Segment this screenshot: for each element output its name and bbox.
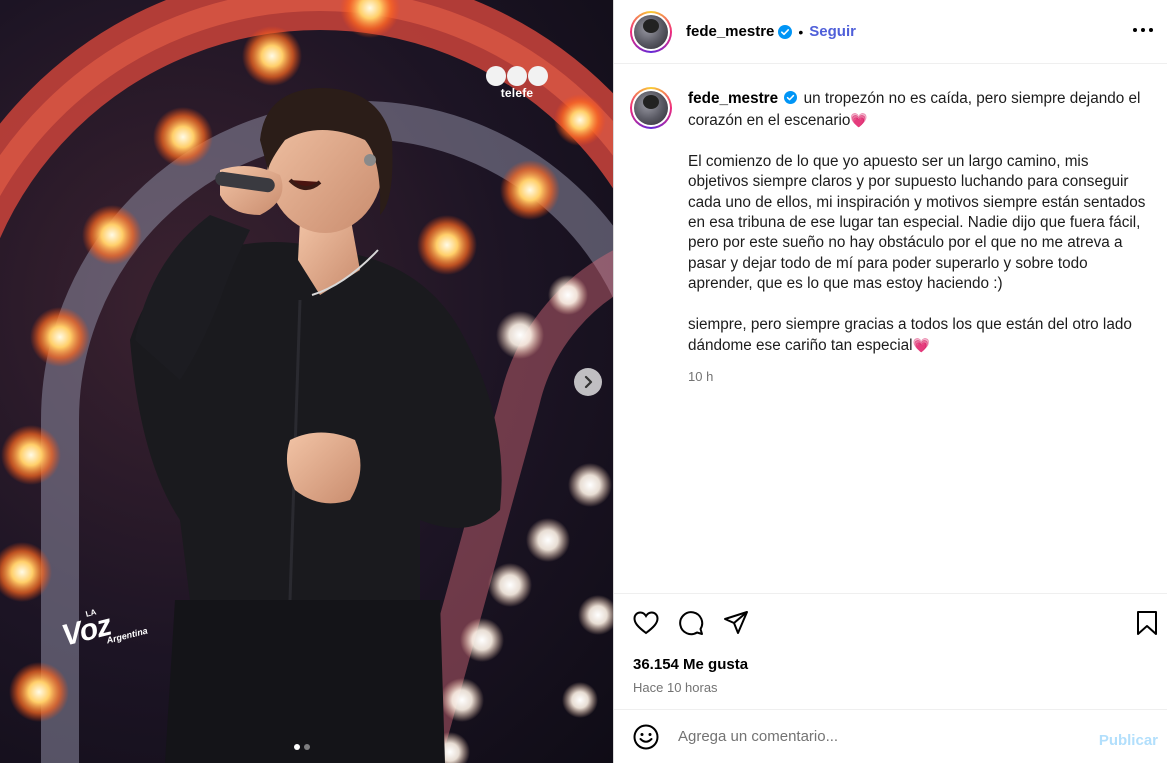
comment-input[interactable] (678, 728, 1058, 745)
carousel-dot-active (294, 744, 300, 750)
bookmark-icon (1137, 611, 1157, 635)
next-photo-button[interactable] (574, 368, 602, 396)
comment-icon (679, 611, 704, 636)
chevron-right-icon (584, 375, 593, 389)
username-link[interactable]: fede_mestre (686, 23, 774, 40)
more-options-button[interactable] (1130, 18, 1156, 42)
caption-section: fede_mestre un tropezón no es caída, per… (614, 65, 1167, 593)
follow-button[interactable]: Seguir (809, 23, 856, 40)
heart-emoji: 💗 (912, 337, 930, 354)
posted-time: Hace 10 horas (633, 680, 718, 695)
post-actions: 36.154 Me gusta Hace 10 horas (614, 593, 1167, 709)
caption-paragraph-2: El comienzo de lo que yo apuesto ser un … (688, 152, 1146, 293)
caption-timestamp[interactable]: 10 h (688, 367, 1152, 387)
post-header: fede_mestre • Seguir (614, 0, 1167, 64)
more-options-icon (1133, 28, 1153, 32)
emoji-picker-button[interactable] (632, 723, 660, 751)
caption-username-link[interactable]: fede_mestre (688, 90, 778, 107)
share-icon (724, 611, 748, 634)
publish-button[interactable]: Publicar (1099, 732, 1158, 749)
emoji-icon (633, 724, 659, 749)
comment-button[interactable] (676, 608, 706, 638)
save-button[interactable] (1132, 608, 1162, 638)
verified-badge-icon (784, 90, 798, 110)
likes-count[interactable]: 36.154 Me gusta (633, 656, 748, 673)
post-photo[interactable]: telefe LA Voz Argentina (0, 0, 613, 763)
telefe-logo: telefe (484, 66, 550, 102)
avatar[interactable] (630, 10, 672, 53)
caption-paragraph-3: siempre, pero siempre gracias a todos lo… (688, 315, 1132, 355)
verified-badge-icon (778, 24, 793, 39)
separator-dot: • (798, 23, 804, 40)
caption-text: fede_mestre un tropezón no es caída, per… (688, 87, 1152, 593)
share-button[interactable] (721, 608, 751, 638)
like-button[interactable] (631, 608, 661, 638)
caption-avatar[interactable] (630, 87, 672, 129)
heart-icon (633, 611, 659, 635)
post-details-panel: fede_mestre • Seguir fede_mestre un trop… (613, 0, 1167, 763)
heart-emoji: 💗 (850, 112, 868, 129)
comment-bar: Publicar (614, 709, 1167, 763)
carousel-dot (304, 744, 310, 750)
carousel-indicator (294, 744, 310, 750)
